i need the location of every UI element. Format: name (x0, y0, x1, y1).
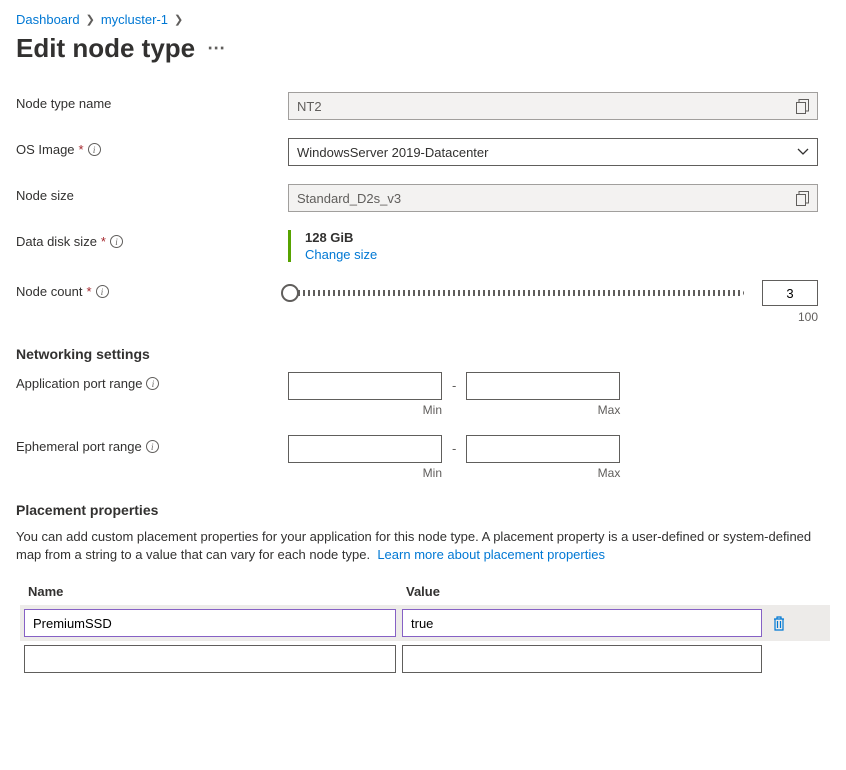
change-size-link[interactable]: Change size (305, 247, 818, 262)
label-node-size: Node size (16, 184, 288, 203)
label-data-disk-size: Data disk size* i (16, 230, 288, 249)
info-icon[interactable]: i (96, 285, 109, 298)
more-icon[interactable]: ⋯ (207, 38, 227, 59)
col-header-name: Name (28, 584, 406, 599)
breadcrumb-dashboard[interactable]: Dashboard (16, 12, 80, 27)
min-label: Min (423, 403, 442, 417)
label-eph-port-range: Ephemeral port range i (16, 435, 288, 454)
eph-port-min-input[interactable] (288, 435, 442, 463)
data-disk-size-value: 128 GiB (305, 230, 818, 245)
chevron-right-icon: ❯ (86, 13, 95, 26)
copy-icon[interactable] (796, 191, 809, 206)
label-os-image: OS Image* i (16, 138, 288, 157)
eph-port-max-input[interactable] (466, 435, 620, 463)
chevron-right-icon: ❯ (174, 13, 183, 26)
info-icon[interactable]: i (146, 440, 159, 453)
copy-icon[interactable] (796, 99, 809, 114)
table-row (20, 641, 830, 677)
range-dash: - (452, 378, 456, 411)
info-icon[interactable]: i (110, 235, 123, 248)
placement-table: Name Value (20, 578, 830, 677)
placement-section-title: Placement properties (16, 502, 830, 518)
max-label: Max (598, 403, 621, 417)
label-node-count: Node count* i (16, 280, 288, 299)
prop-value-input[interactable] (402, 609, 762, 637)
info-icon[interactable]: i (146, 377, 159, 390)
table-row (20, 605, 830, 641)
min-label: Min (423, 466, 442, 480)
breadcrumb-cluster[interactable]: mycluster-1 (101, 12, 168, 27)
max-label: Max (598, 466, 621, 480)
networking-section-title: Networking settings (16, 346, 830, 362)
node-size-field: Standard_D2s_v3 (288, 184, 818, 212)
node-count-max: 100 (288, 310, 818, 324)
label-app-port-range: Application port range i (16, 372, 288, 391)
breadcrumb: Dashboard ❯ mycluster-1 ❯ (16, 12, 830, 27)
placement-description: You can add custom placement properties … (16, 528, 830, 564)
os-image-select[interactable]: WindowsServer 2019-Datacenter (288, 138, 818, 166)
prop-value-input[interactable] (402, 645, 762, 673)
range-dash: - (452, 441, 456, 474)
chevron-down-icon (797, 148, 809, 156)
trash-icon[interactable] (768, 615, 790, 631)
node-count-slider[interactable] (288, 290, 744, 296)
info-icon[interactable]: i (88, 143, 101, 156)
page-title: Edit node type ⋯ (16, 33, 830, 64)
node-type-name-field: NT2 (288, 92, 818, 120)
col-header-value: Value (406, 584, 440, 599)
prop-name-input[interactable] (24, 645, 396, 673)
app-port-min-input[interactable] (288, 372, 442, 400)
learn-more-link[interactable]: Learn more about placement properties (377, 547, 605, 562)
app-port-max-input[interactable] (466, 372, 620, 400)
node-count-input[interactable] (762, 280, 818, 306)
label-node-type-name: Node type name (16, 92, 288, 111)
slider-thumb[interactable] (281, 284, 299, 302)
prop-name-input[interactable] (24, 609, 396, 637)
